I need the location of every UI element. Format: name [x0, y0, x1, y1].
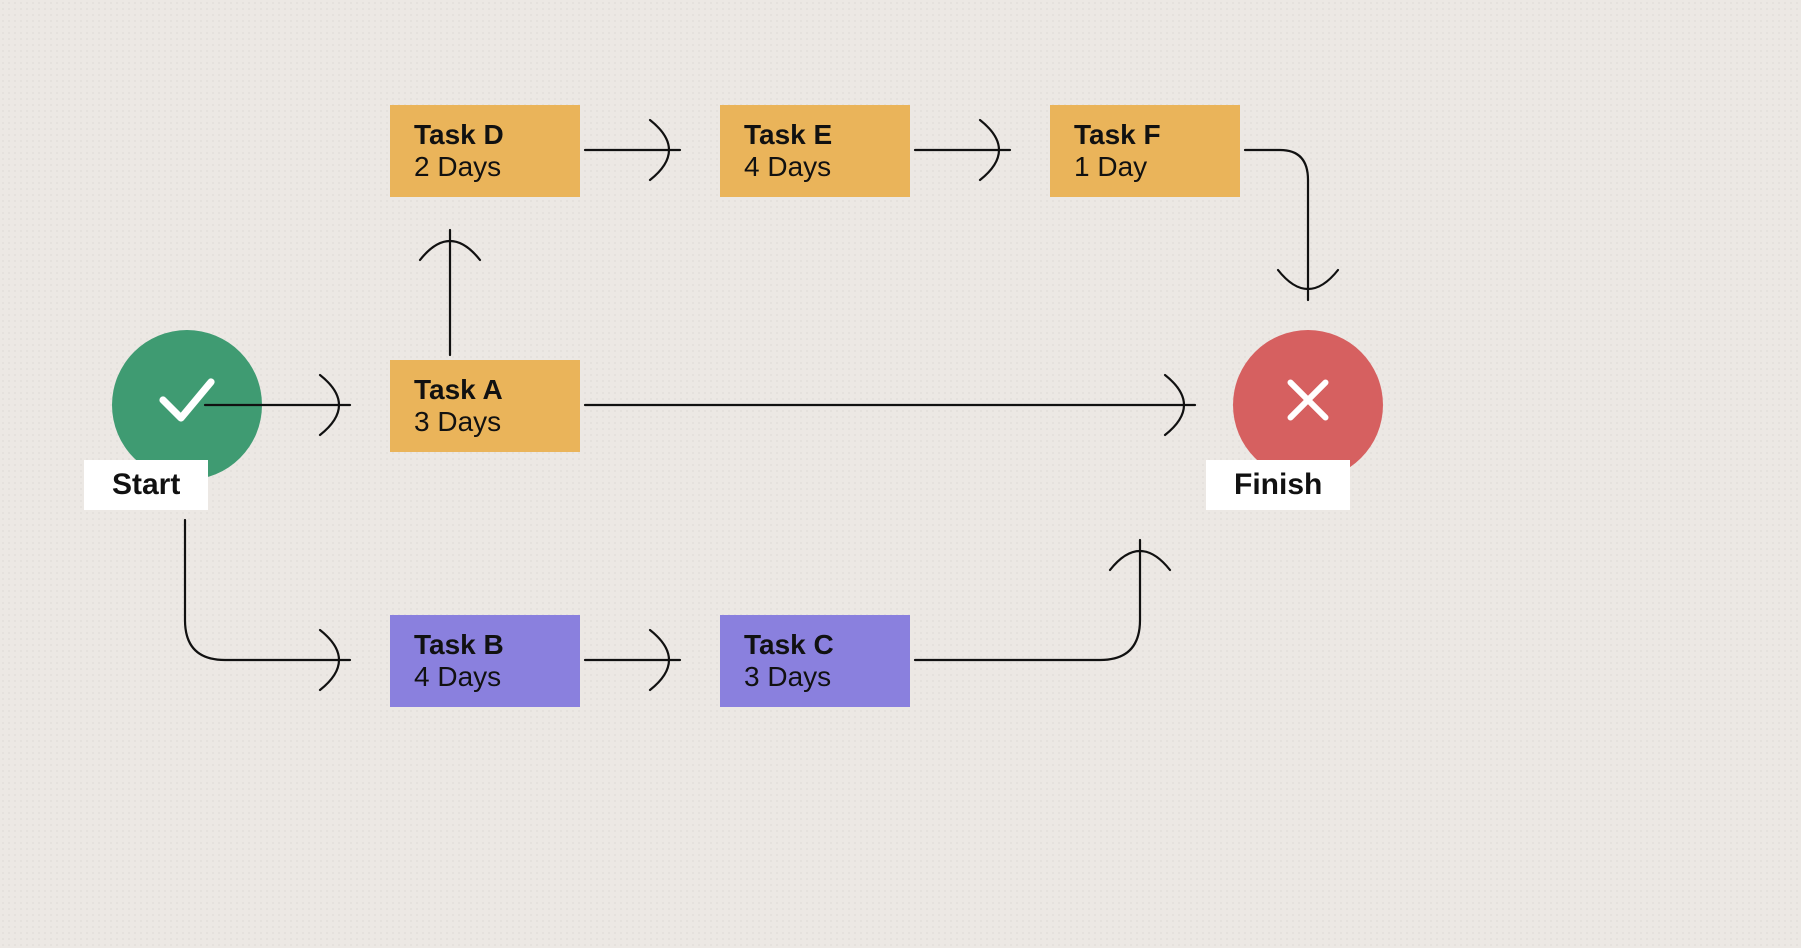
x-icon [1278, 370, 1338, 441]
task-c-box: Task C 3 Days [720, 615, 910, 707]
task-d-title: Task D [414, 119, 556, 151]
start-label: Start [84, 460, 208, 510]
task-f-title: Task F [1074, 119, 1216, 151]
task-e-title: Task E [744, 119, 886, 151]
finish-node [1233, 330, 1383, 480]
finish-label: Finish [1206, 460, 1350, 510]
task-e-box: Task E 4 Days [720, 105, 910, 197]
task-d-days: 2 Days [414, 151, 556, 183]
task-a-days: 3 Days [414, 406, 556, 438]
task-e-days: 4 Days [744, 151, 886, 183]
task-a-box: Task A 3 Days [390, 360, 580, 452]
task-d-box: Task D 2 Days [390, 105, 580, 197]
task-c-days: 3 Days [744, 661, 886, 693]
task-b-box: Task B 4 Days [390, 615, 580, 707]
finish-text: Finish [1234, 468, 1322, 501]
task-a-title: Task A [414, 374, 556, 406]
start-text: Start [112, 468, 180, 501]
diagram-canvas: Start Finish Task A 3 Days Task D 2 Days… [0, 0, 1801, 948]
check-icon [151, 364, 223, 447]
task-b-title: Task B [414, 629, 556, 661]
task-c-title: Task C [744, 629, 886, 661]
start-node [112, 330, 262, 480]
task-f-box: Task F 1 Day [1050, 105, 1240, 197]
task-f-days: 1 Day [1074, 151, 1216, 183]
task-b-days: 4 Days [414, 661, 556, 693]
